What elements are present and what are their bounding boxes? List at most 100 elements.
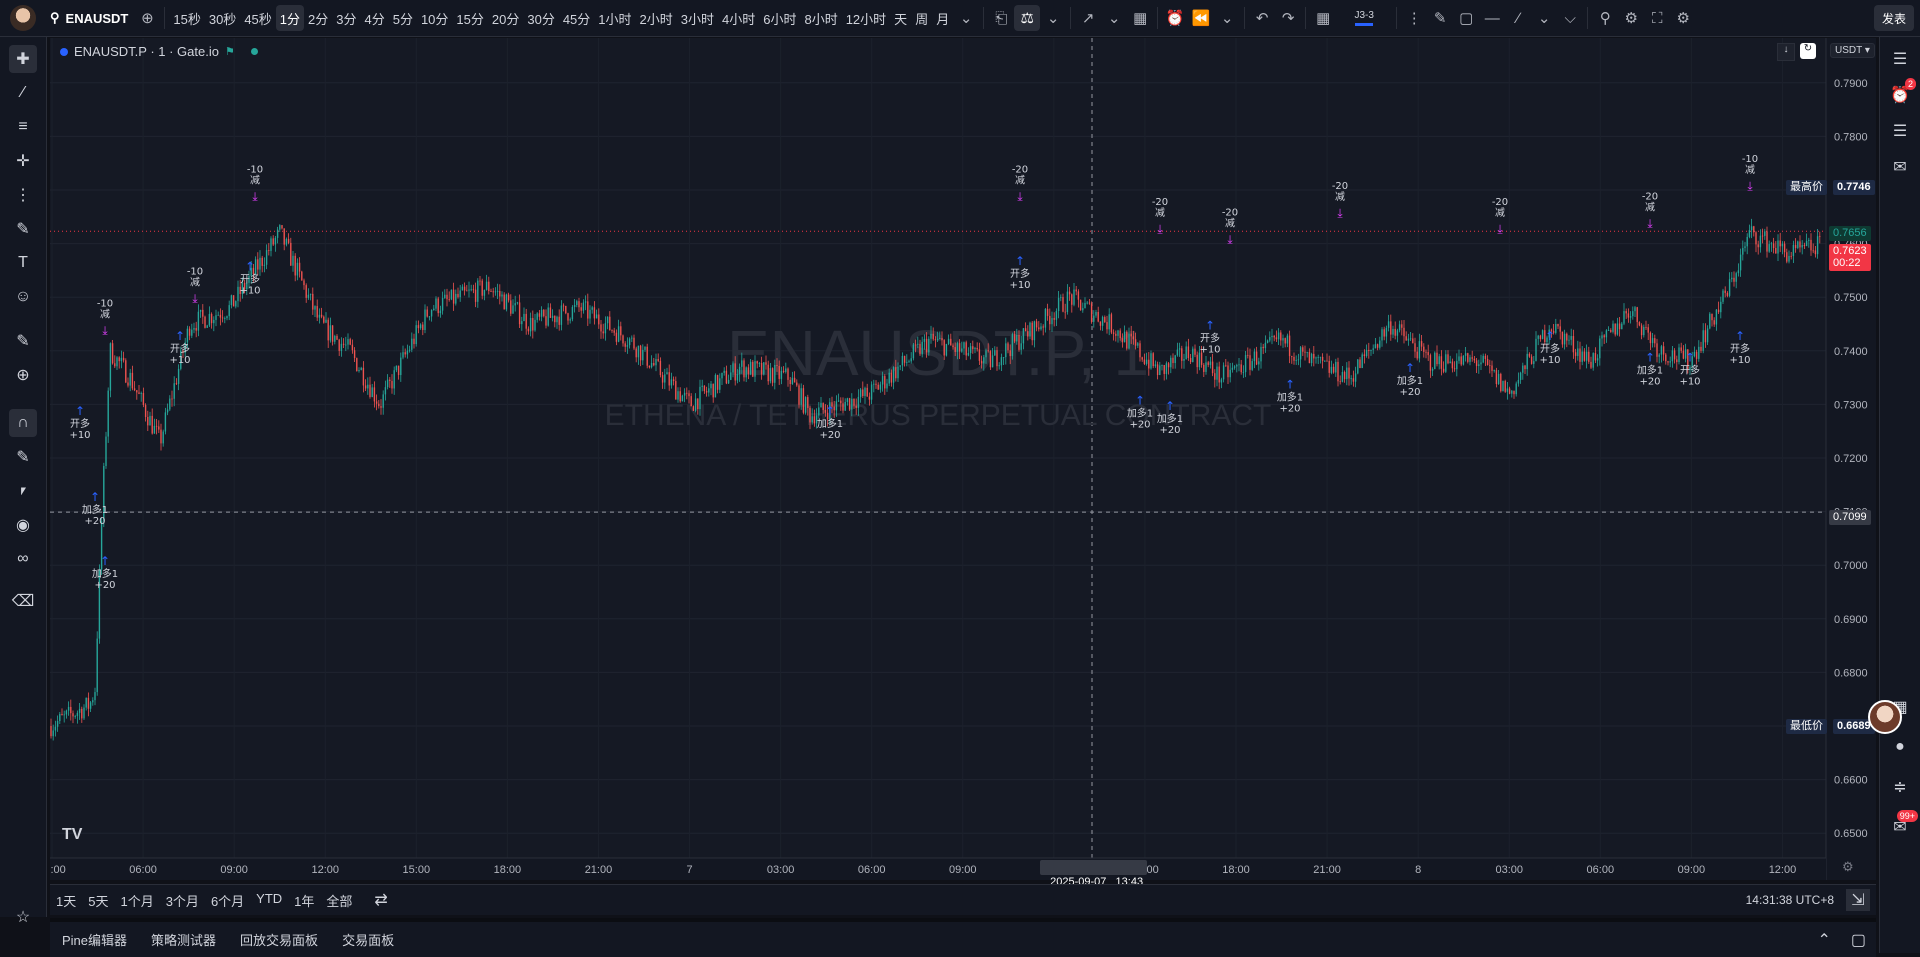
range-button-0[interactable]: 1天 [50, 891, 82, 910]
chart-canvas[interactable]: ENAUSDT.P, 1ETHENA / TETHERUS PERPETUAL … [50, 38, 1876, 880]
crosshair-icon[interactable]: ✚ [9, 45, 37, 73]
chevron-down-icon[interactable]: ⌄ [1101, 5, 1127, 31]
sync-icon[interactable]: ↻ [1800, 43, 1816, 59]
panel-tab-1[interactable]: 策略测试器 [139, 930, 228, 949]
link-icon[interactable]: ∞ [9, 545, 37, 573]
panel-tab-3[interactable]: 交易面板 [330, 930, 406, 949]
candle-chart-icon[interactable]: ⚖ [1014, 5, 1041, 31]
currency-select[interactable]: USDT ▾ [1830, 43, 1875, 58]
chevron-down-icon[interactable]: ⌄ [953, 5, 979, 31]
alerts-clock-icon[interactable]: ⏰ 2 [1886, 78, 1916, 109]
zoom-icon[interactable]: ⚲ [1592, 5, 1618, 31]
indicators-icon[interactable]: ↗ [1075, 5, 1101, 31]
interval-14[interactable]: 2小时 [636, 5, 677, 31]
interval-9[interactable]: 15分 [452, 5, 487, 31]
compare-dates-icon[interactable]: ⇄ [374, 890, 387, 910]
interval-17[interactable]: 6小时 [759, 5, 800, 31]
ruler-icon[interactable]: ✎ [9, 327, 37, 355]
interval-18[interactable]: 8小时 [800, 5, 841, 31]
eye-icon[interactable]: ◉ [9, 511, 37, 539]
broadcast-icon[interactable]: ≑ [1886, 773, 1914, 801]
interval-13[interactable]: 1小时 [594, 5, 635, 31]
range-button-2[interactable]: 1个月 [114, 891, 159, 910]
interval-16[interactable]: 4小时 [718, 5, 759, 31]
publish-button[interactable]: 发表 [1873, 5, 1914, 31]
maximize-panel-icon[interactable]: ▢ [1851, 930, 1866, 950]
magnet-icon[interactable]: ∩ [9, 409, 37, 437]
redo-icon[interactable]: ↷ [1275, 5, 1301, 31]
chevron-down-icon[interactable]: ⌄ [1214, 5, 1240, 31]
zoom-in-icon[interactable]: ⊕ [9, 361, 37, 389]
panel-tab-0[interactable]: Pine编辑器 [50, 930, 139, 949]
interval-10[interactable]: 20分 [488, 5, 523, 31]
emoji-icon[interactable]: ☺ [9, 283, 37, 311]
templates-icon[interactable]: ▦ [1127, 5, 1153, 31]
brush-icon[interactable]: ✎ [9, 215, 37, 243]
interval-7[interactable]: 5分 [389, 5, 417, 31]
download-icon[interactable]: ↓ [1777, 43, 1795, 61]
text-icon[interactable]: T [9, 249, 37, 277]
interval-21[interactable]: 周 [911, 5, 932, 31]
flag-icon[interactable]: ⚑ [225, 45, 235, 58]
replay-icon[interactable]: ⏪ [1188, 5, 1214, 31]
fib-icon[interactable]: ≡ [9, 113, 37, 141]
range-button-4[interactable]: 6个月 [205, 891, 250, 910]
layout-name[interactable]: J3-3 [1336, 5, 1392, 31]
interval-4[interactable]: 2分 [304, 5, 332, 31]
trend-line-icon[interactable]: ∕ [9, 79, 37, 107]
drag-handle-icon[interactable]: ⋮ [1401, 5, 1427, 31]
symbol-search[interactable]: ⚲ ENAUSDT [44, 10, 134, 26]
interval-22[interactable]: 月 [932, 5, 953, 31]
chevron-down-icon[interactable]: ⌄ [1040, 5, 1066, 31]
interval-11[interactable]: 30分 [523, 5, 558, 31]
clock-label[interactable]: 14:31:38 UTC+8 [1746, 893, 1834, 907]
range-button-5[interactable]: YTD [250, 891, 288, 910]
interval-5[interactable]: 3分 [332, 5, 360, 31]
interval-8[interactable]: 10分 [417, 5, 452, 31]
user-avatar[interactable] [10, 5, 36, 31]
apps-grid-icon[interactable]: ● [1886, 733, 1914, 761]
horizontal-line-icon[interactable]: — [1479, 5, 1505, 31]
interval-19[interactable]: 12小时 [842, 5, 890, 31]
chat-icon[interactable]: ✉ [1886, 153, 1914, 181]
interval-15[interactable]: 3小时 [677, 5, 718, 31]
rectangle-icon[interactable]: ▢ [1453, 5, 1479, 31]
bar-chart-icon[interactable]: ⎗ [988, 5, 1014, 31]
interval-3[interactable]: 1分 [275, 5, 305, 31]
undo-icon[interactable]: ↶ [1249, 5, 1275, 31]
interval-12[interactable]: 45分 [559, 5, 594, 31]
interval-2[interactable]: 45秒 [240, 5, 275, 31]
more-icon[interactable]: ⌵ [1557, 5, 1583, 31]
user-avatar-floating[interactable] [1868, 700, 1902, 734]
draw-lock-icon[interactable]: ✎ [9, 443, 37, 471]
layout-grid-icon[interactable]: ▦ [1310, 5, 1336, 31]
pattern-icon[interactable]: ✛ [9, 147, 37, 175]
camera-icon[interactable]: ⚙ [1670, 5, 1696, 31]
axis-settings-icon[interactable]: ⚙ [1842, 859, 1854, 875]
interval-1[interactable]: 30秒 [205, 5, 240, 31]
auto-scale-icon[interactable]: ⇲ [1846, 889, 1870, 911]
interval-6[interactable]: 4分 [360, 5, 388, 31]
alert-icon[interactable]: ⏰ [1162, 5, 1188, 31]
notifications-icon[interactable]: ✉ 99+ [1886, 810, 1918, 841]
more-dropdown-icon[interactable]: ⌄ [1531, 5, 1557, 31]
trash-icon[interactable]: ⌫ [9, 587, 37, 615]
range-button-7[interactable]: 全部 [320, 891, 358, 910]
range-button-3[interactable]: 3个月 [160, 891, 205, 910]
interval-20[interactable]: 天 [890, 5, 911, 31]
lock-icon[interactable]: ⎖ [9, 477, 37, 505]
collapse-panel-icon[interactable]: ⌃ [1817, 930, 1830, 950]
watchlist-icon[interactable]: ☰ [1886, 45, 1914, 73]
layers-icon[interactable]: ☰ [1886, 117, 1914, 145]
projection-icon[interactable]: ⋮ [9, 181, 37, 209]
favorites-star-icon[interactable]: ☆ [9, 903, 37, 931]
range-button-6[interactable]: 1年 [288, 891, 320, 910]
brush-icon[interactable]: ✎ [1427, 5, 1453, 31]
interval-0[interactable]: 15秒 [169, 5, 204, 31]
fullscreen-icon[interactable]: ⛶ [1644, 5, 1670, 31]
chart-pane[interactable]: ENAUSDT.P, 1 ETHENA / TETHERUS PERPETUAL … [50, 38, 1876, 880]
trend-line-icon[interactable]: ∕ [1505, 5, 1531, 31]
panel-tab-2[interactable]: 回放交易面板 [228, 930, 330, 949]
range-button-1[interactable]: 5天 [82, 891, 114, 910]
add-symbol-icon[interactable]: ⊕ [134, 5, 160, 31]
